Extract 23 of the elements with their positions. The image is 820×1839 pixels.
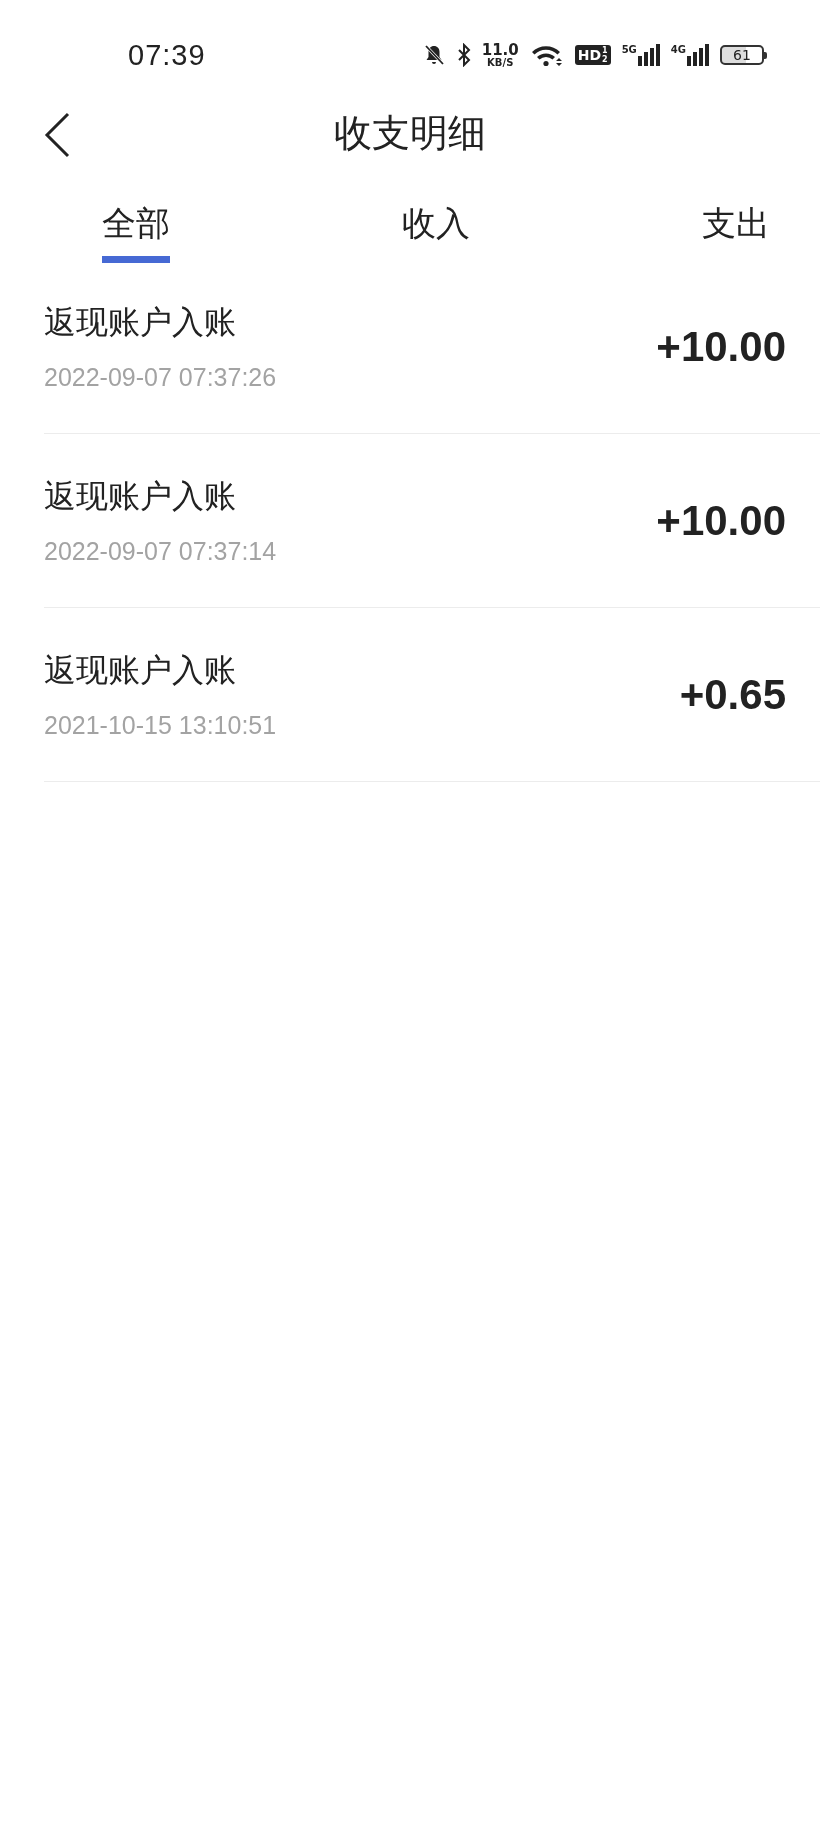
status-time: 07:39: [128, 38, 206, 72]
signal-bars-icon: [687, 44, 709, 66]
page-title: 收支明细: [334, 109, 486, 157]
record-amount: +0.65: [679, 670, 786, 719]
record-amount: +10.00: [656, 496, 786, 545]
record-time: 2022-09-07 07:37:26: [44, 363, 277, 392]
signal-bars-icon: [637, 44, 660, 66]
network-label: 5G: [621, 44, 637, 55]
bluetooth-icon: [456, 43, 471, 67]
record-time: 2022-09-07 07:37:14: [44, 537, 277, 566]
record-amount: +10.00: [656, 322, 786, 371]
record-item[interactable]: 返现账户入账 2022-09-07 07:37:14 +10.00: [44, 434, 820, 608]
speed-unit: KB/S: [487, 57, 514, 68]
record-item[interactable]: 返现账户入账 2022-09-07 07:37:26 +10.00: [44, 260, 820, 434]
record-item[interactable]: 返现账户入账 2021-10-15 13:10:51 +0.65: [44, 608, 820, 782]
record-title: 返现账户入账: [44, 476, 237, 517]
record-time: 2021-10-15 13:10:51: [44, 711, 277, 740]
record-title: 返现账户入账: [44, 302, 237, 343]
record-title: 返现账户入账: [44, 650, 237, 691]
speed-value: 11.0: [481, 42, 519, 58]
back-button[interactable]: [42, 110, 72, 160]
battery-indicator: 61: [720, 45, 764, 65]
network-label: 4G: [670, 44, 686, 55]
